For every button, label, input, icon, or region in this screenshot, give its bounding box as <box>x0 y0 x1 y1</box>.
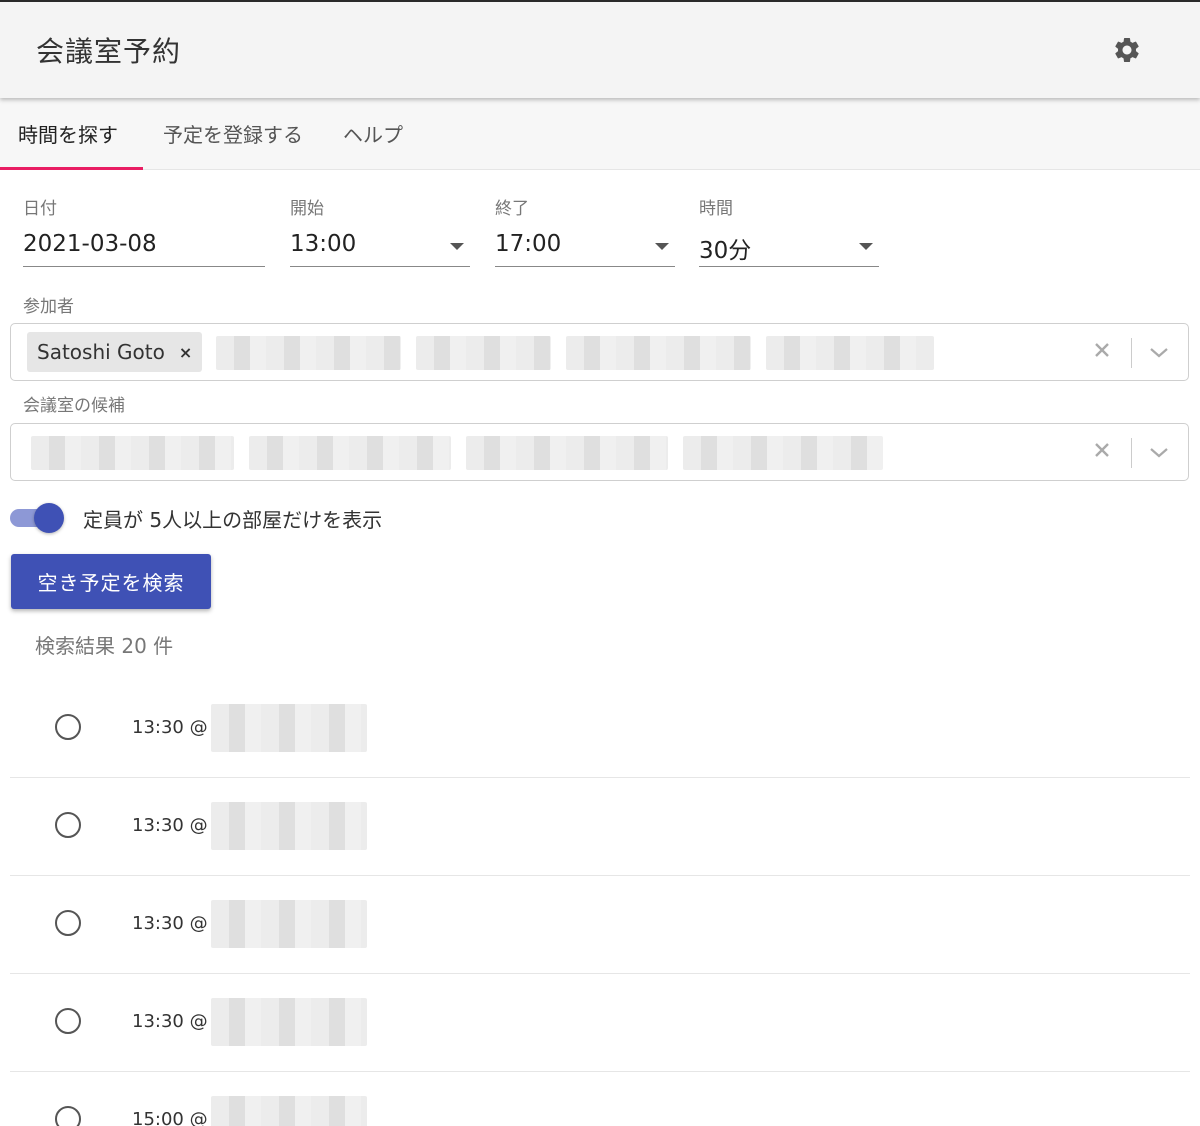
participants-label: 参加者 <box>23 297 74 317</box>
redacted-room <box>211 802 367 850</box>
result-time: 13:30 @ <box>132 717 208 738</box>
redacted-participant <box>216 336 401 370</box>
redacted-room <box>683 436 883 470</box>
start-value: 13:00 <box>290 231 357 257</box>
redacted-participant <box>766 336 934 370</box>
caret-down-icon <box>859 243 873 250</box>
clear-icon[interactable] <box>1090 438 1114 462</box>
results-list: 13:30 @ 13:30 @ 13:30 @ 13:30 @ 15:00 @ <box>10 680 1190 1126</box>
participant-chip: Satoshi Goto × <box>27 332 203 372</box>
redacted-room <box>31 436 234 470</box>
redacted-room <box>211 1096 367 1126</box>
chevron-down-icon[interactable] <box>1146 340 1172 364</box>
result-time: 13:30 @ <box>132 815 208 836</box>
radio-button[interactable] <box>55 714 81 740</box>
redacted-room <box>466 436 668 470</box>
select-divider <box>1131 338 1132 368</box>
app-header: 会議室予約 <box>0 2 1200 98</box>
tab-bar: 時間を探す 予定を登録する ヘルプ <box>0 98 1200 170</box>
duration-field: 時間 30分 <box>699 194 879 267</box>
chip-remove-icon[interactable]: × <box>179 343 192 362</box>
start-select[interactable]: 13:00 <box>290 231 470 267</box>
select-divider <box>1131 438 1132 468</box>
radio-button[interactable] <box>55 812 81 838</box>
list-item[interactable]: 13:30 @ <box>10 974 1190 1072</box>
search-button[interactable]: 空き予定を検索 <box>11 554 211 609</box>
list-item[interactable]: 13:30 @ <box>10 680 1190 778</box>
list-item[interactable]: 13:30 @ <box>10 876 1190 974</box>
redacted-participant <box>416 336 551 370</box>
tab-help[interactable]: ヘルプ <box>323 98 423 169</box>
radio-button[interactable] <box>55 1008 81 1034</box>
radio-button[interactable] <box>55 1106 81 1126</box>
date-input[interactable]: 2021-03-08 <box>23 231 265 267</box>
redacted-room <box>211 704 367 752</box>
participant-chip-label: Satoshi Goto <box>37 340 165 364</box>
capacity-toggle-label: 定員が 5人以上の部屋だけを表示 <box>83 508 383 532</box>
app-title: 会議室予約 <box>36 35 182 68</box>
participants-select[interactable]: Satoshi Goto × <box>10 323 1189 381</box>
capacity-toggle[interactable] <box>10 502 64 533</box>
redacted-participant <box>566 336 751 370</box>
end-label: 終了 <box>495 199 529 219</box>
redacted-room <box>211 900 367 948</box>
duration-select[interactable]: 30分 <box>699 231 879 267</box>
clear-icon[interactable] <box>1090 338 1114 362</box>
date-label: 日付 <box>23 199 57 219</box>
rooms-label: 会議室の候補 <box>23 396 125 416</box>
redacted-room <box>211 998 367 1046</box>
end-field: 終了 17:00 <box>495 194 675 267</box>
date-field: 日付 2021-03-08 <box>23 194 265 267</box>
list-item[interactable]: 13:30 @ <box>10 778 1190 876</box>
caret-down-icon <box>450 243 464 250</box>
tab-register-event[interactable]: 予定を登録する <box>143 98 323 169</box>
start-field: 開始 13:00 <box>290 194 470 267</box>
result-count: 検索結果 20 件 <box>35 634 174 658</box>
end-select[interactable]: 17:00 <box>495 231 675 267</box>
toggle-thumb <box>34 503 64 533</box>
app-root: 会議室予約 時間を探す 予定を登録する ヘルプ 日付 2021-03-08 開始… <box>0 0 1200 1126</box>
end-value: 17:00 <box>495 231 562 257</box>
result-time: 15:00 @ <box>132 1109 208 1126</box>
start-label: 開始 <box>290 199 324 219</box>
gear-icon[interactable] <box>1110 33 1144 67</box>
result-time: 13:30 @ <box>132 913 208 934</box>
redacted-room <box>249 436 451 470</box>
chevron-down-icon[interactable] <box>1146 440 1172 464</box>
radio-button[interactable] <box>55 910 81 936</box>
duration-label: 時間 <box>699 199 733 219</box>
date-value: 2021-03-08 <box>23 231 157 257</box>
duration-value: 30分 <box>699 238 752 264</box>
list-item[interactable]: 15:00 @ <box>10 1072 1190 1126</box>
caret-down-icon <box>655 243 669 250</box>
tab-find-time[interactable]: 時間を探す <box>0 98 143 170</box>
result-time: 13:30 @ <box>132 1011 208 1032</box>
rooms-select[interactable] <box>10 423 1189 481</box>
